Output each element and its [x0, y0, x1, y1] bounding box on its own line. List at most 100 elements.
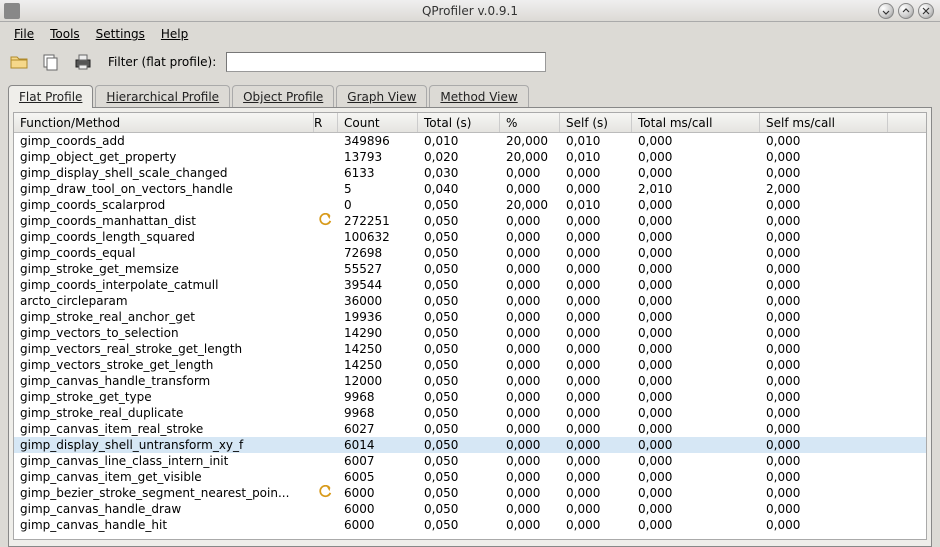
cell-self: 0,000 — [560, 278, 632, 292]
table-row[interactable]: gimp_stroke_real_duplicate99680,0500,000… — [14, 405, 926, 421]
table-row[interactable]: gimp_canvas_handle_draw60000,0500,0000,0… — [14, 501, 926, 517]
open-file-icon[interactable] — [8, 51, 30, 73]
table-row[interactable]: gimp_coords_scalarprod00,05020,0000,0100… — [14, 197, 926, 213]
table-row[interactable]: gimp_vectors_to_selection142900,0500,000… — [14, 325, 926, 341]
table-row[interactable]: arcto_circleparam360000,0500,0000,0000,0… — [14, 293, 926, 309]
table-row[interactable]: gimp_display_shell_scale_changed61330,03… — [14, 165, 926, 181]
col-count[interactable]: Count — [338, 113, 418, 132]
cell-total: 0,010 — [418, 134, 500, 148]
tab-flat-profile[interactable]: Flat Profile — [8, 85, 93, 108]
menu-file[interactable]: File — [8, 25, 40, 43]
table-row[interactable]: gimp_object_get_property137930,02020,000… — [14, 149, 926, 165]
tab-hierarchical-profile[interactable]: Hierarchical Profile — [95, 85, 230, 108]
cell-function: gimp_coords_equal — [14, 246, 314, 260]
menu-tools[interactable]: Tools — [44, 25, 86, 43]
cell-self-ms-call: 0,000 — [760, 486, 888, 500]
menu-help[interactable]: Help — [155, 25, 194, 43]
cell-self-ms-call: 2,000 — [760, 182, 888, 196]
cell-percent: 0,000 — [500, 342, 560, 356]
cell-count: 100632 — [338, 230, 418, 244]
table-row[interactable]: gimp_coords_manhattan_dist2722510,0500,0… — [14, 213, 926, 229]
table-header: Function/Method R Count Total (s) % Self… — [14, 113, 926, 133]
cell-self: 0,000 — [560, 358, 632, 372]
window-title: QProfiler v.0.9.1 — [0, 4, 940, 18]
cell-total: 0,020 — [418, 150, 500, 164]
table-row[interactable]: gimp_coords_length_squared1006320,0500,0… — [14, 229, 926, 245]
cell-self-ms-call: 0,000 — [760, 502, 888, 516]
print-icon[interactable] — [72, 51, 94, 73]
table-row[interactable]: gimp_coords_add3498960,01020,0000,0100,0… — [14, 133, 926, 149]
col-total[interactable]: Total (s) — [418, 113, 500, 132]
cell-self-ms-call: 0,000 — [760, 214, 888, 228]
cell-count: 6005 — [338, 470, 418, 484]
minimize-button[interactable] — [878, 3, 894, 19]
cell-count: 5 — [338, 182, 418, 196]
cell-count: 6000 — [338, 486, 418, 500]
cell-total: 0,050 — [418, 454, 500, 468]
cell-function: gimp_vectors_real_stroke_get_length — [14, 342, 314, 356]
table-row[interactable]: gimp_canvas_line_class_intern_init60070,… — [14, 453, 926, 469]
table-row[interactable]: gimp_vectors_real_stroke_get_length14250… — [14, 341, 926, 357]
cell-count: 0 — [338, 198, 418, 212]
table-body[interactable]: gimp_coords_add3498960,01020,0000,0100,0… — [14, 133, 926, 540]
table-row[interactable]: gimp_stroke_get_memsize555270,0500,0000,… — [14, 261, 926, 277]
cell-function: gimp_canvas_item_get_visible — [14, 470, 314, 484]
tab-object-profile[interactable]: Object Profile — [232, 85, 334, 108]
cell-percent: 0,000 — [500, 310, 560, 324]
cell-self-ms-call: 0,000 — [760, 166, 888, 180]
table-row[interactable]: gimp_display_shell_untransform_xy_f60140… — [14, 437, 926, 453]
cell-self: 0,000 — [560, 502, 632, 516]
copy-icon[interactable] — [40, 51, 62, 73]
table-row[interactable]: gimp_canvas_item_get_visible60050,0500,0… — [14, 469, 926, 485]
cell-total-ms-call: 0,000 — [632, 358, 760, 372]
cell-self-ms-call: 0,000 — [760, 262, 888, 276]
cell-r — [314, 485, 338, 502]
cell-percent: 0,000 — [500, 278, 560, 292]
cell-count: 13793 — [338, 150, 418, 164]
cell-self: 0,000 — [560, 310, 632, 324]
table-row[interactable]: gimp_vectors_stroke_get_length142500,050… — [14, 357, 926, 373]
table-row[interactable]: gimp_coords_equal726980,0500,0000,0000,0… — [14, 245, 926, 261]
cell-self: 0,000 — [560, 390, 632, 404]
maximize-button[interactable] — [898, 3, 914, 19]
cell-function: gimp_vectors_to_selection — [14, 326, 314, 340]
filter-input[interactable] — [226, 52, 546, 72]
table-row[interactable]: gimp_canvas_handle_transform120000,0500,… — [14, 373, 926, 389]
cell-total-ms-call: 0,000 — [632, 454, 760, 468]
cell-percent: 20,000 — [500, 198, 560, 212]
col-self[interactable]: Self (s) — [560, 113, 632, 132]
col-function[interactable]: Function/Method — [14, 113, 314, 132]
menu-settings[interactable]: Settings — [90, 25, 151, 43]
cell-percent: 0,000 — [500, 182, 560, 196]
cell-self-ms-call: 0,000 — [760, 454, 888, 468]
col-percent[interactable]: % — [500, 113, 560, 132]
cell-self: 0,010 — [560, 134, 632, 148]
table-row[interactable]: gimp_bezier_stroke_segment_nearest_poin.… — [14, 485, 926, 501]
close-button[interactable] — [918, 3, 934, 19]
table-row[interactable]: gimp_coords_interpolate_catmull395440,05… — [14, 277, 926, 293]
cell-total-ms-call: 0,000 — [632, 486, 760, 500]
table-row[interactable]: gimp_canvas_item_real_stroke60270,0500,0… — [14, 421, 926, 437]
cell-percent: 0,000 — [500, 262, 560, 276]
col-total-ms-call[interactable]: Total ms/call — [632, 113, 760, 132]
cell-total-ms-call: 0,000 — [632, 422, 760, 436]
table-row[interactable]: gimp_stroke_get_type99680,0500,0000,0000… — [14, 389, 926, 405]
cell-total-ms-call: 0,000 — [632, 198, 760, 212]
cell-total-ms-call: 0,000 — [632, 438, 760, 452]
cell-function: gimp_coords_scalarprod — [14, 198, 314, 212]
cell-total: 0,040 — [418, 182, 500, 196]
col-r[interactable]: R — [314, 113, 338, 132]
table-row[interactable]: gimp_stroke_real_anchor_get199360,0500,0… — [14, 309, 926, 325]
cell-total: 0,050 — [418, 214, 500, 228]
table-row[interactable]: gimp_canvas_handle_hit60000,0500,0000,00… — [14, 517, 926, 533]
col-self-ms-call[interactable]: Self ms/call — [760, 113, 888, 132]
tab-method-view[interactable]: Method View — [429, 85, 528, 108]
menubar: File Tools Settings Help — [0, 22, 940, 46]
cell-function: gimp_canvas_handle_hit — [14, 518, 314, 532]
cell-percent: 0,000 — [500, 374, 560, 388]
cell-self-ms-call: 0,000 — [760, 134, 888, 148]
cell-function: gimp_coords_manhattan_dist — [14, 214, 314, 228]
table-row[interactable]: gimp_draw_tool_on_vectors_handle50,0400,… — [14, 181, 926, 197]
tab-graph-view[interactable]: Graph View — [336, 85, 427, 108]
cell-percent: 0,000 — [500, 214, 560, 228]
